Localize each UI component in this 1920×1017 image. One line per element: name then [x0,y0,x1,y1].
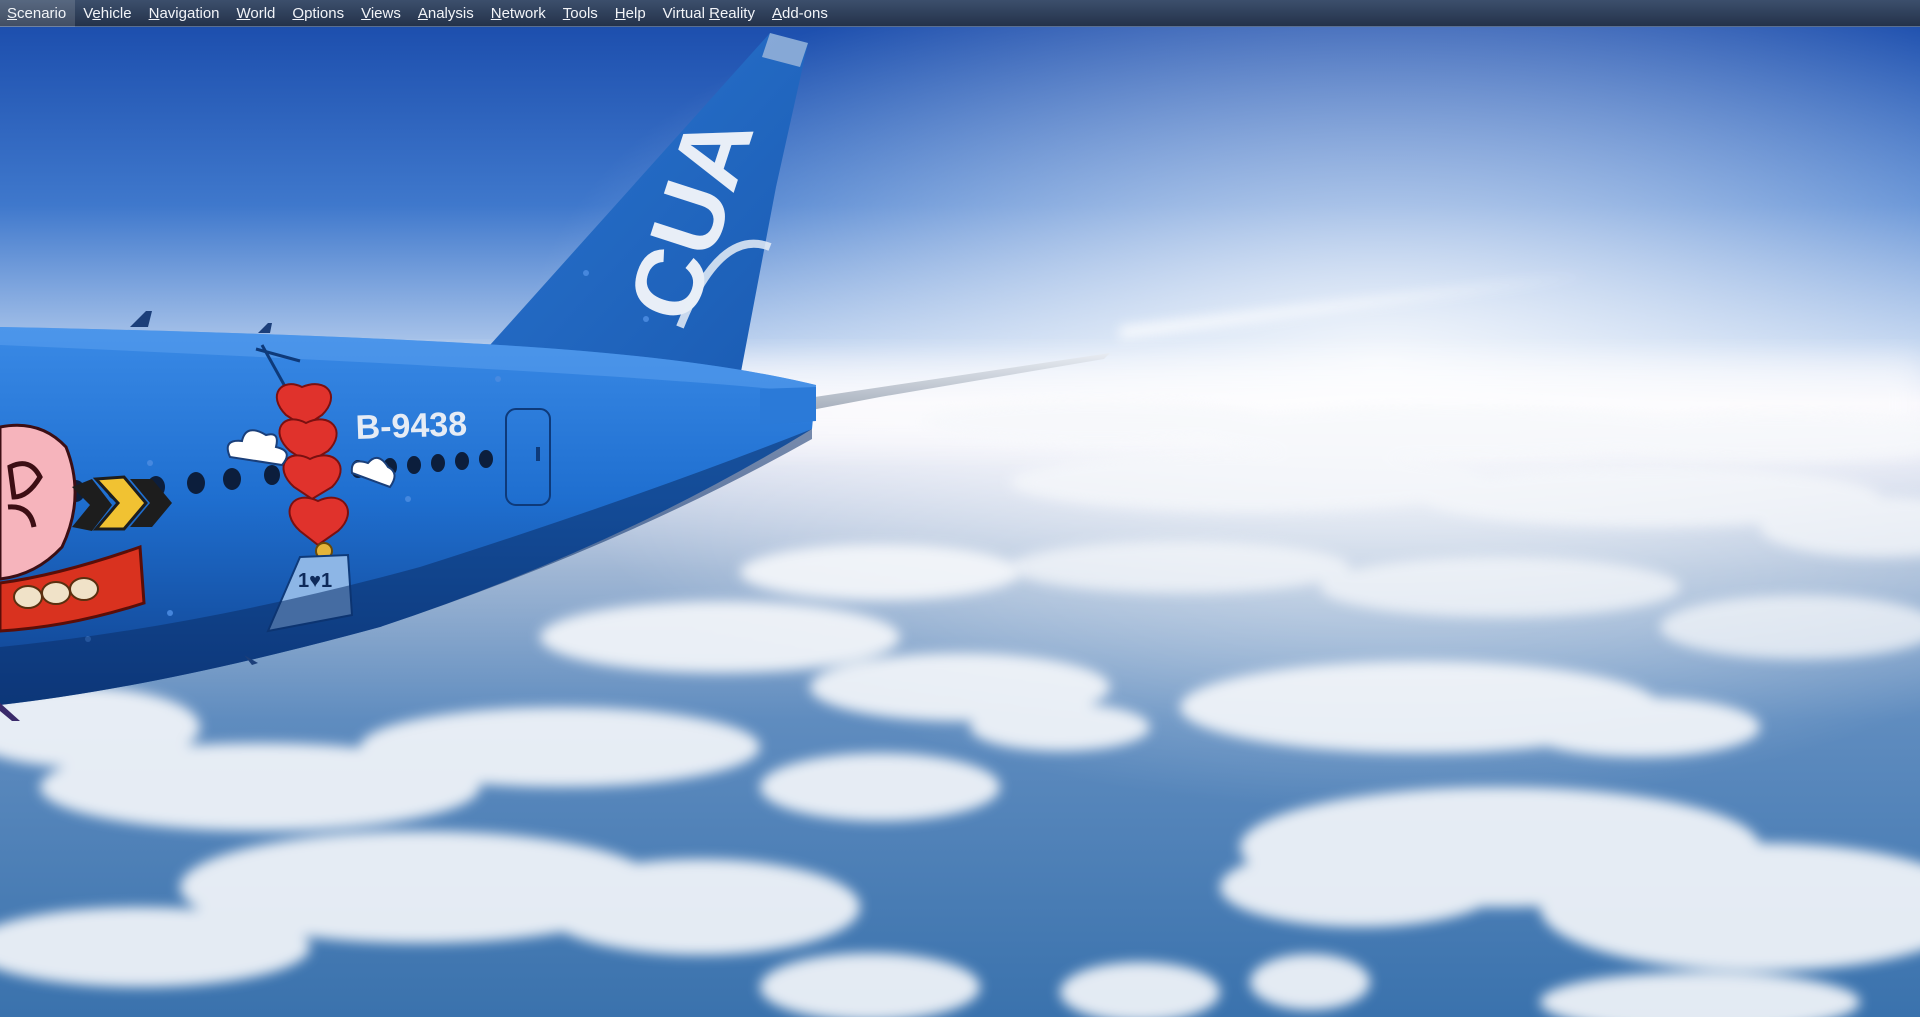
tail-cone [760,387,816,425]
menu-network[interactable]: Network [483,0,555,27]
menu-navigation[interactable]: Navigation [141,0,229,27]
menu-scenario[interactable]: Scenario [0,0,76,27]
menu-world[interactable]: World [229,0,285,27]
menu-options[interactable]: Options [284,0,353,27]
registration-mark: B-9438 [355,405,468,447]
menu-bar: Scenario Vehicle Navigation World Option… [0,0,1920,27]
menu-tools[interactable]: Tools [555,0,607,27]
menu-add-ons[interactable]: Add-ons [764,0,837,27]
simulator-window: Scenario Vehicle Navigation World Option… [0,0,1920,1017]
menu-vehicle[interactable]: Vehicle [75,0,140,27]
3d-viewport[interactable]: CUA B-9438 1♥1 [0,27,1920,1017]
menu-help[interactable]: Help [607,0,655,27]
menu-views[interactable]: Views [353,0,410,27]
menu-virtual-reality[interactable]: Virtual Reality [655,0,764,27]
menu-analysis[interactable]: Analysis [410,0,483,27]
tower-sign: 1♥1 [298,570,332,592]
